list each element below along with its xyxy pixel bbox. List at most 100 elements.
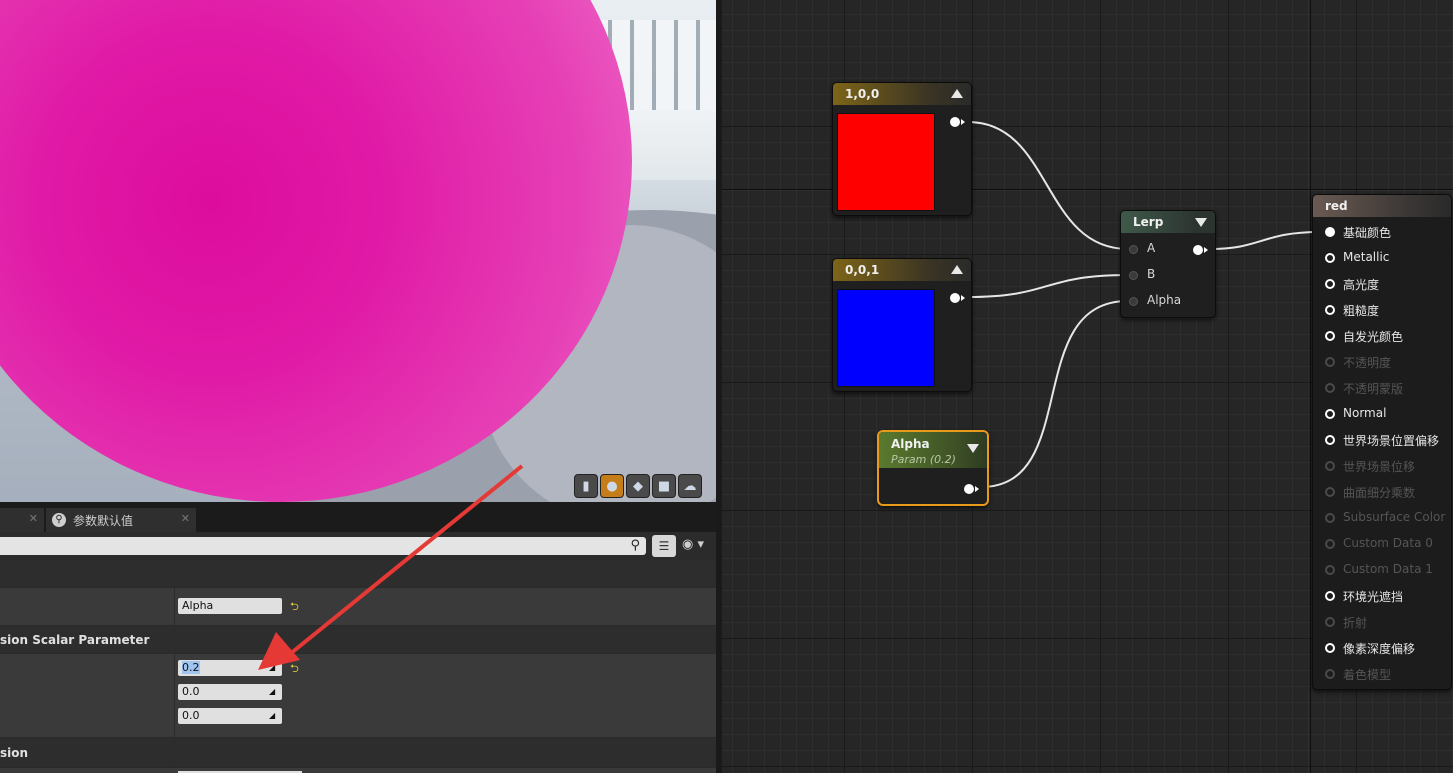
- material-input-pin[interactable]: [1325, 591, 1335, 601]
- color-swatch: [837, 113, 935, 211]
- material-input-pin[interactable]: [1325, 461, 1335, 471]
- preview-shape-toolbar: ▮ ● ◆ ■ ☁: [574, 474, 702, 498]
- category-scalar-parameter[interactable]: sion Scalar Parameter: [0, 626, 716, 654]
- constant3vector-node-blue[interactable]: 0,0,1: [832, 258, 972, 392]
- scalar-parameter-node-alpha[interactable]: Alpha Param (0.2): [877, 430, 989, 506]
- slider-min-text: 0.0: [182, 685, 200, 698]
- material-input-pin[interactable]: [1325, 409, 1335, 419]
- input-pin-a[interactable]: [1129, 245, 1138, 254]
- material-input-pin[interactable]: [1325, 331, 1335, 341]
- material-graph-canvas[interactable]: 1,0,0 0,0,1 Lerp A B Alpha Alpha Param (…: [722, 0, 1453, 773]
- node-title-text: Lerp: [1133, 215, 1164, 229]
- category-material-expression[interactable]: sion: [0, 738, 716, 768]
- material-input-pin[interactable]: [1325, 617, 1335, 627]
- wire-alpha-to-lerp-alpha: [980, 300, 1129, 488]
- node-title: Lerp: [1121, 211, 1215, 233]
- slider-max-field[interactable]: 0.0 ◢: [178, 708, 282, 724]
- collapse-icon[interactable]: [951, 89, 963, 98]
- default-value-field[interactable]: 0.2 ◢: [178, 660, 282, 676]
- material-input-label: Custom Data 1: [1343, 562, 1433, 576]
- search-icon: ⚲: [52, 513, 66, 527]
- material-input-pin[interactable]: [1325, 383, 1335, 393]
- material-result-node[interactable]: red 基础颜色 Metallic 高光度 粗糙度 自发光颜色 不透明度 不透明蒙版 Norm…: [1312, 194, 1452, 690]
- details-search-row: ⚲ ☰ ◉ ▾: [0, 532, 716, 560]
- material-input-pin[interactable]: [1325, 487, 1335, 497]
- output-pin[interactable]: [950, 117, 965, 127]
- category-label: sion: [0, 746, 29, 760]
- material-input-label: 着色模型: [1343, 668, 1392, 682]
- material-input-pin[interactable]: [1325, 539, 1335, 549]
- input-pin-b[interactable]: [1129, 271, 1138, 280]
- sphere-icon[interactable]: ●: [600, 474, 624, 498]
- material-input-pin[interactable]: [1325, 305, 1335, 315]
- cube-icon[interactable]: ■: [652, 474, 676, 498]
- collapse-icon[interactable]: [951, 265, 963, 274]
- default-value-text: 0.2: [182, 661, 200, 674]
- plane-icon[interactable]: ◆: [626, 474, 650, 498]
- tab-parameter-defaults[interactable]: ⚲ 参数默认值 ✕: [46, 508, 196, 532]
- search-icon[interactable]: ⚲: [630, 538, 640, 553]
- material-input-label: Subsurface Color: [1343, 510, 1446, 524]
- expand-icon[interactable]: [967, 444, 979, 453]
- material-input-label: 高光度: [1343, 278, 1380, 292]
- material-preview-viewport[interactable]: ▮ ● ◆ ■ ☁: [0, 0, 716, 502]
- material-input-pin[interactable]: [1325, 669, 1335, 679]
- material-input-pin[interactable]: [1325, 357, 1335, 367]
- spin-icon[interactable]: ◢: [269, 711, 278, 720]
- category-label: sion Scalar Parameter: [0, 633, 150, 647]
- slider-min-field[interactable]: 0.0 ◢: [178, 684, 282, 700]
- teapot-icon[interactable]: ☁: [678, 474, 702, 498]
- node-title-text: 1,0,0: [845, 87, 880, 101]
- input-label-b: B: [1147, 267, 1156, 281]
- expand-icon[interactable]: [1195, 218, 1207, 227]
- node-title: 1,0,0: [833, 83, 971, 105]
- material-input-label: 基础颜色: [1343, 226, 1392, 240]
- close-icon[interactable]: ✕: [181, 512, 190, 525]
- material-input-pin[interactable]: [1325, 435, 1335, 445]
- parameter-name-field[interactable]: Alpha: [178, 598, 282, 614]
- reset-arrow-icon[interactable]: ⮌: [290, 660, 299, 679]
- output-pin[interactable]: [964, 484, 979, 494]
- material-input-label: 自发光颜色: [1343, 330, 1404, 344]
- list-view-icon[interactable]: ☰: [652, 535, 676, 557]
- input-pin-alpha[interactable]: [1129, 297, 1138, 306]
- material-input-label: Metallic: [1343, 250, 1390, 264]
- tab-label: 参数默认值: [73, 513, 134, 528]
- parameter-name-row: Alpha ⮌: [0, 588, 716, 626]
- scalar-values-row: 0.2 ◢ ⮌ 0.0 ◢ 0.0 ◢: [0, 654, 716, 738]
- node-subtitle-text: Param (0.2): [891, 453, 956, 466]
- spin-icon[interactable]: ◢: [269, 687, 278, 696]
- node-title: red: [1313, 195, 1451, 217]
- node-title-text: red: [1325, 199, 1348, 213]
- color-swatch: [837, 289, 935, 387]
- close-icon[interactable]: ✕: [29, 512, 38, 525]
- cylinder-icon[interactable]: ▮: [574, 474, 598, 498]
- input-label-alpha: Alpha: [1147, 293, 1182, 307]
- output-pin[interactable]: [1193, 245, 1208, 255]
- details-panel: ✕ ⚲ 参数默认值 ✕ ⚲ ☰ ◉ ▾ Alpha ⮌ sion Scalar …: [0, 502, 716, 773]
- lerp-node[interactable]: Lerp A B Alpha: [1120, 210, 1216, 318]
- wire-lerp-to-base-color: [1209, 231, 1321, 250]
- material-input-pin[interactable]: [1325, 279, 1335, 289]
- output-pin[interactable]: [950, 293, 965, 303]
- node-title: 0,0,1: [833, 259, 971, 281]
- material-input-label: Custom Data 0: [1343, 536, 1433, 550]
- reset-arrow-icon[interactable]: ⮌: [290, 598, 299, 617]
- material-input-pin[interactable]: [1325, 643, 1335, 653]
- material-input-pin[interactable]: [1325, 513, 1335, 523]
- constant3vector-node-red[interactable]: 1,0,0: [832, 82, 972, 216]
- material-input-label: 像素深度偏移: [1343, 642, 1416, 656]
- slider-max-text: 0.0: [182, 709, 200, 722]
- wire-blue-to-lerp-b: [967, 274, 1129, 298]
- category-row[interactable]: [0, 560, 716, 588]
- tab-details[interactable]: ✕: [0, 508, 44, 532]
- material-input-pin[interactable]: [1325, 227, 1335, 237]
- search-input[interactable]: ⚲: [0, 537, 646, 555]
- material-input-label: 世界场景位移: [1343, 460, 1416, 474]
- material-input-label: 折射: [1343, 616, 1368, 630]
- material-input-pin[interactable]: [1325, 253, 1335, 263]
- spin-icon[interactable]: ◢: [269, 663, 278, 672]
- material-input-pin[interactable]: [1325, 565, 1335, 575]
- eye-icon[interactable]: ◉ ▾: [682, 537, 704, 552]
- material-input-label: 环境光遮挡: [1343, 590, 1404, 604]
